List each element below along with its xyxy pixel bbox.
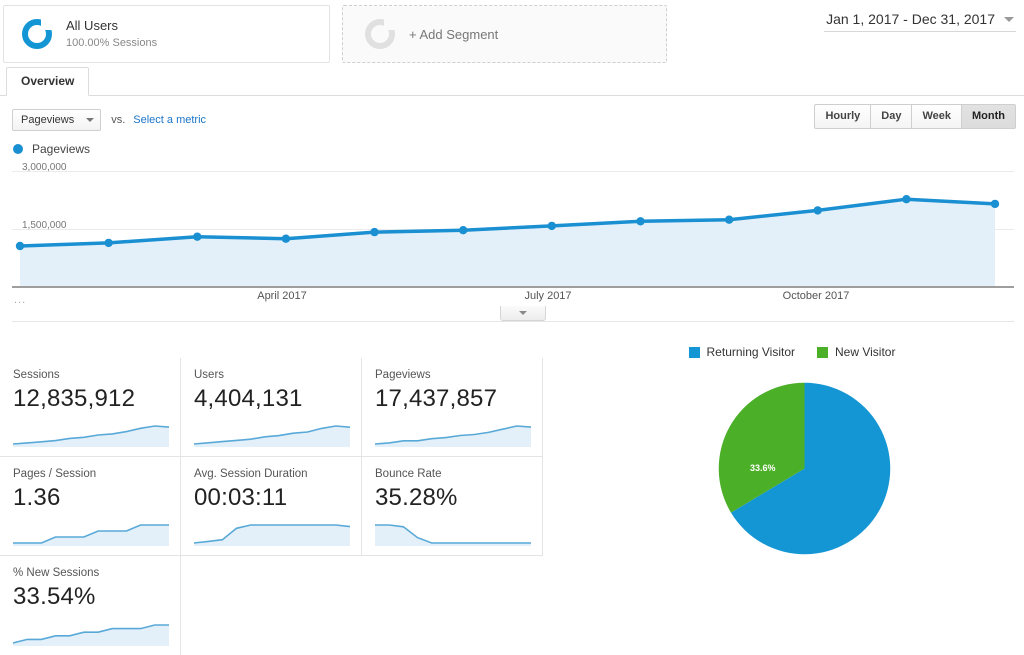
segment-all-users-subtitle: 100.00% Sessions	[66, 37, 158, 50]
chart-legend: Pageviews	[0, 138, 1024, 160]
legend-dot-icon	[13, 144, 23, 154]
segment-all-users-text: All Users 100.00% Sessions	[66, 17, 157, 51]
donut-icon	[22, 19, 52, 49]
primary-metric-select[interactable]: Pageviews	[12, 109, 102, 131]
x-tick-april: April 2017	[257, 290, 307, 302]
metric-card-pages-per-session[interactable]: Pages / Session 1.36	[0, 457, 181, 556]
select-a-metric-link[interactable]: Select a metric	[133, 114, 206, 126]
metric-label: Pages / Session	[13, 468, 97, 480]
granularity-day[interactable]: Day	[870, 104, 912, 129]
metric-card-percent-new-sessions[interactable]: % New Sessions 33.54%	[0, 556, 181, 655]
metric-label: Users	[194, 369, 225, 381]
tab-bar: Overview	[0, 67, 1024, 96]
granularity-toggle-group: Hourly Day Week Month	[814, 104, 1016, 129]
metric-card-row: % New Sessions 33.54%	[0, 556, 545, 655]
segment-all-users-title: All Users	[66, 17, 119, 33]
metric-selector-row: Pageviews vs. Select a metric Hourly Day…	[0, 96, 1024, 134]
metric-card-row: Sessions 12,835,912 Users 4,404,131 Page…	[0, 358, 545, 457]
chevron-down-icon	[86, 118, 95, 122]
pageviews-chart: Pageviews 3,000,000 1,500,000 ... April …	[0, 138, 1024, 323]
pie-slice-label-returning-visitor: 66.4%	[863, 528, 889, 538]
sparkline	[13, 524, 169, 546]
chart-x-axis: ... April 2017 July 2017 October 2017	[0, 288, 1024, 308]
segment-all-users[interactable]: All Users 100.00% Sessions	[3, 5, 330, 63]
donut-outline-icon	[365, 19, 395, 49]
metric-label: % New Sessions	[13, 567, 100, 579]
metric-card-avg-session-duration[interactable]: Avg. Session Duration 00:03:11	[181, 457, 362, 556]
x-axis-ellipsis: ...	[14, 294, 27, 306]
chart-date-slider[interactable]	[12, 306, 1014, 322]
tab-overview[interactable]: Overview	[6, 67, 90, 96]
metric-card-row: Pages / Session 1.36 Avg. Session Durati…	[0, 457, 545, 556]
date-range-picker[interactable]: Jan 1, 2017 - Dec 31, 2017	[824, 8, 1016, 32]
metric-label: Pageviews	[375, 369, 431, 381]
segment-bar: All Users 100.00% Sessions + Add Segment…	[0, 0, 1024, 68]
metric-value: 35.28%	[375, 484, 458, 511]
sparkline	[375, 524, 531, 546]
pie-legend-new-visitor[interactable]: New Visitor	[817, 345, 895, 359]
granularity-month[interactable]: Month	[961, 104, 1016, 129]
sparkline	[375, 425, 531, 447]
x-tick-july: July 2017	[524, 290, 572, 302]
chart-slider-handle[interactable]	[500, 306, 546, 321]
chevron-down-icon	[519, 311, 527, 315]
pie-legend-label: Returning Visitor	[706, 345, 796, 359]
pie-legend: Returning Visitor New Visitor	[560, 345, 1024, 359]
x-tick-october: October 2017	[782, 290, 850, 302]
metric-value: 4,404,131	[194, 385, 303, 412]
sparkline	[194, 425, 350, 447]
granularity-hourly[interactable]: Hourly	[814, 104, 871, 129]
legend-swatch-icon	[817, 346, 829, 358]
visitor-type-pie-chart: Returning Visitor New Visitor 33.6% 66.4…	[560, 345, 1024, 595]
add-segment-button[interactable]: + Add Segment	[342, 5, 667, 63]
metric-cards: Sessions 12,835,912 Users 4,404,131 Page…	[0, 358, 545, 655]
chart-legend-label: Pageviews	[32, 142, 91, 156]
sparkline	[13, 425, 169, 447]
pie-legend-returning-visitor[interactable]: Returning Visitor	[688, 345, 796, 359]
chart-plot-area[interactable]: 3,000,000 1,500,000	[0, 160, 1024, 288]
metric-value: 1.36	[13, 484, 61, 511]
metric-card-sessions[interactable]: Sessions 12,835,912	[0, 358, 181, 457]
chevron-down-icon	[1004, 16, 1014, 22]
primary-metric-value: Pageviews	[21, 114, 75, 126]
metric-value: 12,835,912	[13, 385, 136, 412]
metric-value: 33.54%	[13, 583, 96, 610]
add-segment-label: + Add Segment	[409, 26, 499, 42]
metric-card-bounce-rate[interactable]: Bounce Rate 35.28%	[362, 457, 543, 556]
metric-card-pageviews[interactable]: Pageviews 17,437,857	[362, 358, 543, 457]
pie-slice-label-new-visitor: 33.6%	[750, 463, 776, 473]
pie-legend-label: New Visitor	[835, 345, 896, 359]
chart-svg	[15, 195, 1000, 286]
metric-label: Bounce Rate	[375, 468, 442, 480]
legend-swatch-icon	[688, 346, 700, 358]
date-range-label: Jan 1, 2017 - Dec 31, 2017	[826, 11, 995, 27]
vs-label: vs.	[111, 114, 126, 126]
metric-value: 17,437,857	[375, 385, 498, 412]
metric-value: 00:03:11	[194, 484, 288, 511]
metric-label: Sessions	[13, 369, 60, 381]
granularity-week[interactable]: Week	[911, 104, 962, 129]
metric-card-users[interactable]: Users 4,404,131	[181, 358, 362, 457]
sparkline	[194, 524, 350, 546]
sparkline	[13, 624, 169, 646]
metric-label: Avg. Session Duration	[194, 468, 308, 480]
